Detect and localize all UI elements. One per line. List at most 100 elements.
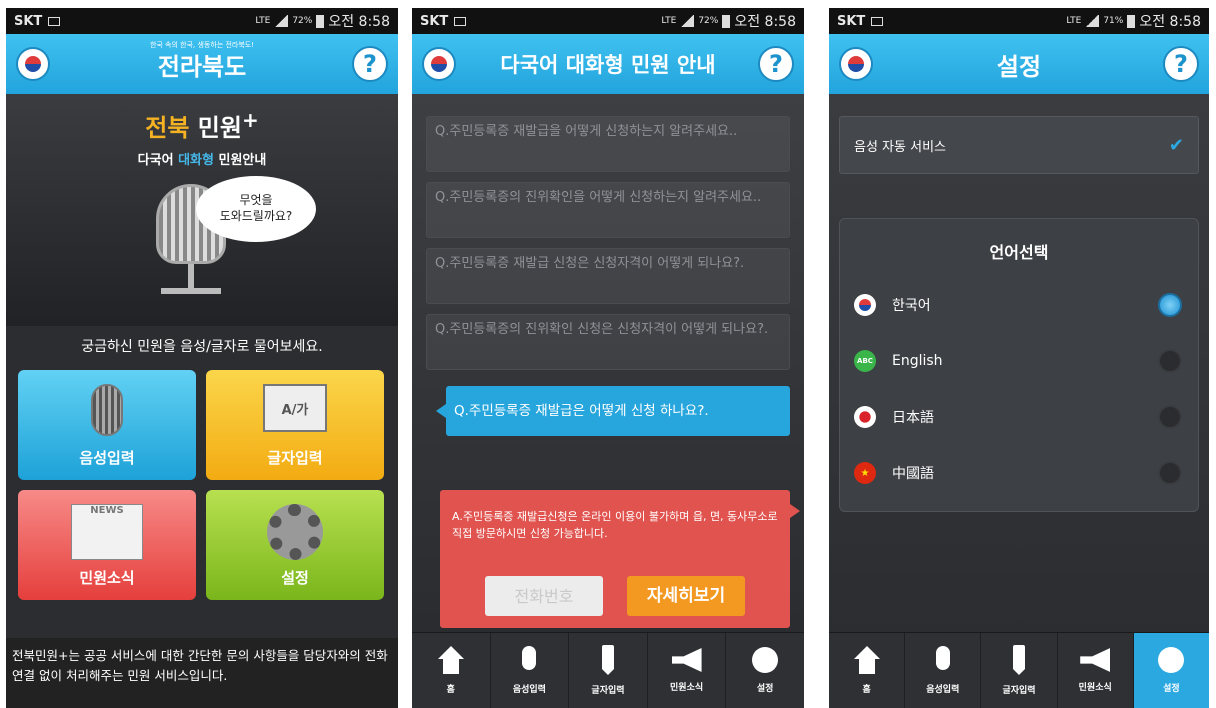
tab-home[interactable]: 홈 [829,633,906,708]
news-button[interactable]: NEWS 민원소식 [18,490,196,600]
voice-input-button[interactable]: 음성입력 [18,370,196,480]
clock: 오전 8:58 [1139,14,1201,30]
tab-text-input[interactable]: 글자입력 [569,633,648,708]
page-title: 다국어 대화형 민원 안내 [500,53,716,77]
service-description: 전북민원+는 공공 서비스에 대한 간단한 문의 사항들을 담당자와의 전화 연… [6,638,398,708]
signal-icon [274,15,289,27]
language-option-japanese[interactable]: 日本語 [840,389,1198,445]
tab-news[interactable]: 민원소식 [648,633,727,708]
language-selector: 언어선택 한국어 ABC English 日本語 ★ 中國語 [839,218,1199,512]
tab-settings[interactable]: 설정 [726,633,804,708]
auto-voice-toggle[interactable]: 음성 자동 서비스 ✔ [839,116,1199,174]
network-label: LTE [1066,16,1082,26]
pencil-icon [601,645,614,675]
page-title: 전라북도 [157,52,247,81]
language-selector-title: 언어선택 [989,243,1049,262]
auto-voice-label: 음성 자동 서비스 [854,139,946,155]
battery-percent: 72% [698,16,719,26]
slogan: 한국 속의 한국, 생동하는 전라북도! [149,41,255,49]
carrier-label: SKT [420,13,449,29]
guide-screen: SKT LTE 72% 오전 8:58 다국어 대화형 민원 안내 ? Q.주민등록… [412,8,804,708]
radio-unselected[interactable] [1158,461,1182,485]
settings-body: 음성 자동 서비스 ✔ 언어선택 한국어 ABC English 日本語 ★ 中… [829,94,1209,632]
phone-number-button[interactable]: 전화번호 [485,576,603,616]
radio-unselected[interactable] [1158,405,1182,429]
battery-percent: 72% [292,16,313,26]
signal-icon [1085,15,1100,27]
help-button[interactable]: ? [1163,46,1199,82]
language-label: English [892,353,943,369]
brand-subtitle-highlight: 대화형 [178,153,214,168]
voice-input-label: 음성입력 [79,449,135,467]
tab-label: 설정 [1163,684,1180,694]
radio-unselected[interactable] [1158,349,1182,373]
brand-subtitle-start: 다국어 [137,153,179,168]
clock: 오전 8:58 [328,14,390,30]
tab-voice-input[interactable]: 음성입력 [905,633,982,708]
bottom-tab-bar: 홈 음성입력 글자입력 민원소식 설정 [412,632,804,708]
active-question[interactable]: Q.주민등록증 재발급은 어떻게 신청 하나요?. [436,386,790,436]
help-button[interactable]: ? [352,46,388,82]
tab-text-input[interactable]: 글자입력 [981,633,1058,708]
checkmark-icon[interactable]: ✔ [1169,135,1184,156]
battery-icon [316,14,325,28]
language-option-english[interactable]: ABC English [840,333,1198,389]
tab-label: 글자입력 [1002,686,1036,696]
news-label: 민원소식 [79,569,135,587]
brand-subtitle-end: 민원안내 [213,153,267,168]
korea-flag-icon [854,294,876,316]
answer-bubble: A.주민등록증 재발급신청은 온라인 이용이 불가하며 읍, 면, 동사무소로 … [440,490,800,628]
home-icon [853,646,880,674]
brand-name: 민원 [189,114,242,142]
language-label: 日本語 [892,410,934,426]
microphone-icon [91,384,123,436]
megaphone-icon [1080,648,1111,672]
answer-text: A.주민등록증 재발급신청은 온라인 이용이 불가하며 읍, 면, 동사무소로 … [452,510,778,540]
question-item[interactable]: Q.주민등록증의 진위확인을 어떻게 신청하는지 알려주세요.. [426,182,790,238]
clock: 오전 8:58 [734,14,796,30]
tab-label: 글자입력 [591,686,625,696]
microphone-icon [935,646,950,670]
home-icon [437,646,464,674]
image-notification-icon [48,16,61,26]
tab-label: 민원소식 [1078,683,1112,693]
settings-button[interactable]: 설정 [206,490,384,600]
speech-bubble: 무엇을 도와드릴까요? [196,176,316,242]
help-button[interactable]: ? [758,46,794,82]
question-item[interactable]: Q.주민등록증의 진위확인 신청은 신청자격이 어떻게 되나요?. [426,314,790,370]
app-header: 한국 속의 한국, 생동하는 전라북도! 전라북도 ? [6,34,398,94]
tab-settings[interactable]: 설정 [1133,633,1209,708]
conversation-area[interactable]: Q.주민등록증 재발급을 어떻게 신청하는지 알려주세요.. Q.주민등록증의 … [412,94,804,632]
tab-news[interactable]: 민원소식 [1058,633,1134,708]
microphone-icon [522,646,537,670]
language-option-chinese[interactable]: ★ 中國語 [840,445,1198,501]
page-title: 설정 [996,52,1042,81]
battery-icon [722,14,731,28]
status-bar: SKT LTE 72% 오전 8:58 [412,8,804,34]
tab-label: 설정 [756,684,774,694]
home-screen: SKT LTE 72% 오전 8:58 한국 속의 한국, 생동하는 전라북도! 전… [6,8,398,708]
language-label: 中國語 [892,466,934,482]
gear-icon [1158,647,1185,673]
text-input-button[interactable]: A/가 글자입력 [206,370,384,480]
image-notification-icon [871,16,884,26]
bottom-tab-bar: 홈 음성입력 글자입력 민원소식 설정 [829,632,1209,708]
language-option-korean[interactable]: 한국어 [840,277,1198,333]
tab-home[interactable]: 홈 [412,633,491,708]
view-details-button[interactable]: 자세히보기 [627,576,745,616]
radio-selected[interactable] [1158,293,1182,317]
hero-banner: 전북 민원+ 다국어 대화형 민원안내 무엇을 도와드릴까요? [6,94,398,326]
language-flag-button[interactable] [422,47,456,81]
language-flag-button[interactable] [839,47,873,81]
question-item[interactable]: Q.주민등록증 재발급 신청은 신청자격이 어떻게 되나요?. [426,248,790,304]
tab-label: 음성입력 [512,685,546,695]
question-item[interactable]: Q.주민등록증 재발급을 어떻게 신청하는지 알려주세요.. [426,116,790,172]
tab-voice-input[interactable]: 음성입력 [491,633,570,708]
brand-logo: 전북 민원+ 다국어 대화형 민원안내 [6,108,398,168]
status-bar: SKT LTE 71% 오전 8:58 [829,8,1209,34]
newspaper-icon: NEWS [71,504,143,560]
pencil-icon [1013,645,1025,675]
korea-flag-icon [431,56,447,72]
text-input-label: 글자입력 [267,449,323,467]
language-flag-button[interactable] [16,47,50,81]
